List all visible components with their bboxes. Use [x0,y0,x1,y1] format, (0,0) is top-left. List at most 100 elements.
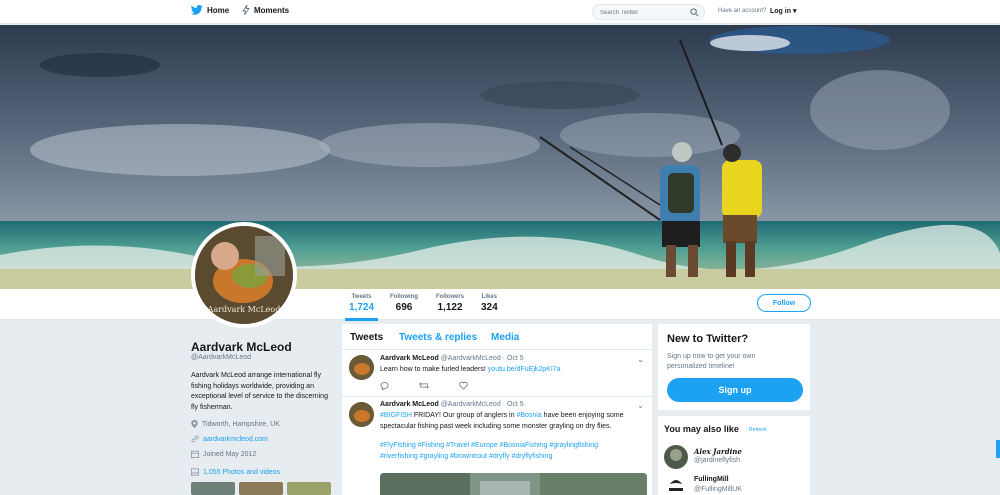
media-thumbnails [191,482,331,495]
profile-website[interactable]: aardvarkmcleod.com [191,435,268,443]
profile-name[interactable]: Aardvark McLeod [191,340,292,354]
moments-label: Moments [254,5,290,15]
stat-label: Following [390,294,418,300]
signup-button[interactable]: Sign up [667,378,803,402]
tweet-body: FRIDAY! Our group of anglers in [411,412,517,419]
timeline-tabs: Tweets Tweets & replies Media [342,324,652,350]
page-edge-tab[interactable] [996,440,1000,458]
signup-title: New to Twitter? [667,333,749,345]
tweet-text: Learn how to make furled leaders! youtu.… [380,365,642,376]
profile-banner-image [0,25,1000,289]
home-label: Home [207,5,230,15]
stat-value: 324 [481,302,498,313]
tweet-avatar-image [349,355,374,380]
avatar-caption: Aardvark McLeod [207,305,281,314]
tweet-media-image[interactable] [380,473,647,495]
suggested-avatar-image [664,445,688,469]
stat-label: Likes [481,294,498,300]
avatar-photo: Aardvark McLeod [195,226,293,324]
who-to-follow-card: You may also like · Refresh Alex Jardine… [658,416,810,495]
login-label: Log in [770,8,791,15]
tweet-item[interactable]: Aardvark McLeod @AardvarkMcLeod · Oct 5 … [342,397,652,495]
tweet-header: Aardvark McLeod @AardvarkMcLeod · Oct 5 [380,355,524,362]
avatar[interactable] [664,445,688,469]
suggested-handle: @jardineflyfish [694,457,741,464]
signup-card: New to Twitter? Sign up now to get your … [658,324,810,410]
avatar[interactable] [349,402,374,427]
tweet-author-name[interactable]: Aardvark McLeod [380,355,439,362]
search-icon[interactable] [690,8,699,17]
hashtag[interactable]: #Bosnia [516,412,541,419]
top-navigation-bar: Home Moments Have an account? Log in ▾ [0,0,1000,24]
stat-tweets[interactable]: Tweets 1,724 [344,294,379,321]
search-input[interactable] [600,7,690,18]
tweet-author-name[interactable]: Aardvark McLeod [380,401,439,408]
avatar[interactable]: Aardvark McLeod [191,222,297,328]
tweet-hashtags: #FlyFishing #Fishing #Travel #Europe #Bo… [380,441,642,462]
tweet-handle-date: @AardvarkMcLeod · Oct 5 [440,401,524,408]
joined-text: Joined May 2012 [203,450,257,458]
fullingmill-logo [664,474,688,495]
photos-videos-link[interactable]: 1,055 Photos and videos [191,468,280,476]
tab-media[interactable]: Media [491,332,519,343]
profile-bio: Aardvark McLeod arrange international fl… [191,372,328,411]
website-link[interactable]: aardvarkmcleod.com [203,436,268,443]
chevron-down-icon[interactable]: ⌄ [637,401,644,410]
tweet-body: Learn how to make furled leaders! [380,366,486,373]
tweet-item[interactable]: Aardvark McLeod @AardvarkMcLeod · Oct 5 … [342,351,652,395]
search-box[interactable] [592,4,705,20]
refresh-link[interactable]: · Refresh [746,427,767,433]
tweet-text: #BIGFISH FRIDAY! Our group of anglers in… [380,411,642,432]
stat-value: 1,122 [437,302,463,313]
media-thumbnail[interactable] [239,482,283,495]
heart-icon[interactable] [459,381,468,390]
media-thumbnail[interactable] [287,482,331,495]
chevron-down-icon: ▾ [792,8,797,15]
suggested-name[interactable]: FullingMill [694,476,729,483]
tweet-header: Aardvark McLeod @AardvarkMcLeod · Oct 5 [380,401,524,408]
suggested-handle: @FullingMillUK [694,486,742,493]
stat-value: 696 [395,302,413,313]
suggested-name[interactable]: Alex Jardine [694,447,742,456]
stat-followers[interactable]: Followers 1,122 [436,294,464,313]
avatar[interactable] [349,355,374,380]
tweet-actions [380,381,468,390]
twitter-bird-icon [191,5,203,15]
stat-likes[interactable]: Likes 324 [481,294,498,313]
profile-stats-bar: Tweets 1,724 Following 696 Followers 1,1… [0,289,1000,321]
media-thumbnail[interactable] [191,482,235,495]
fishing-beach-banner [0,25,1000,289]
photos-label[interactable]: 1,055 Photos and videos [203,469,280,476]
have-account-text: Have an account? [718,8,767,14]
hashtag[interactable]: #BIGFISH [380,412,412,419]
moments-nav-link[interactable]: Moments [242,5,289,15]
stat-value: 1,724 [349,302,375,313]
suggested-account[interactable]: FullingMill @FullingMillUK [664,474,804,495]
river-photo [380,473,647,495]
profile-location: Tidworth, Hampshire, UK [191,420,280,428]
tweet-link[interactable]: youtu.be/dFuEjk2pKI7a [488,366,561,373]
profile-handle[interactable]: @AardvarkMcLeod [191,354,251,361]
suggestions-title: You may also like [664,424,739,434]
login-link[interactable]: Log in ▾ [770,7,796,15]
link-icon [191,435,199,443]
lightning-icon [242,5,250,15]
hashtag-list[interactable]: #riverfishing #grayling #browntrout #dry… [380,453,552,460]
tab-tweets-replies[interactable]: Tweets & replies [399,332,477,343]
retweet-icon[interactable] [419,381,429,390]
avatar[interactable] [664,474,688,495]
hashtag-list[interactable]: #FlyFishing #Fishing #Travel #Europe #Bo… [380,442,598,449]
suggested-account[interactable]: Alex Jardine @jardineflyfish [664,445,804,469]
profile-joined: Joined May 2012 [191,450,256,458]
stat-following[interactable]: Following 696 [390,294,418,313]
location-text: Tidworth, Hampshire, UK [202,420,280,428]
chevron-down-icon[interactable]: ⌄ [637,355,644,364]
signup-text: Sign up now to get your own personalized… [667,353,756,370]
reply-icon[interactable] [380,381,389,390]
home-nav-link[interactable]: Home [191,5,229,15]
tab-tweets[interactable]: Tweets [350,332,383,343]
tweet-timeline: Tweets Tweets & replies Media Aardvark M… [342,324,652,495]
follow-button[interactable]: Follow [757,294,811,312]
photo-icon [191,468,199,476]
location-pin-icon [191,420,198,428]
